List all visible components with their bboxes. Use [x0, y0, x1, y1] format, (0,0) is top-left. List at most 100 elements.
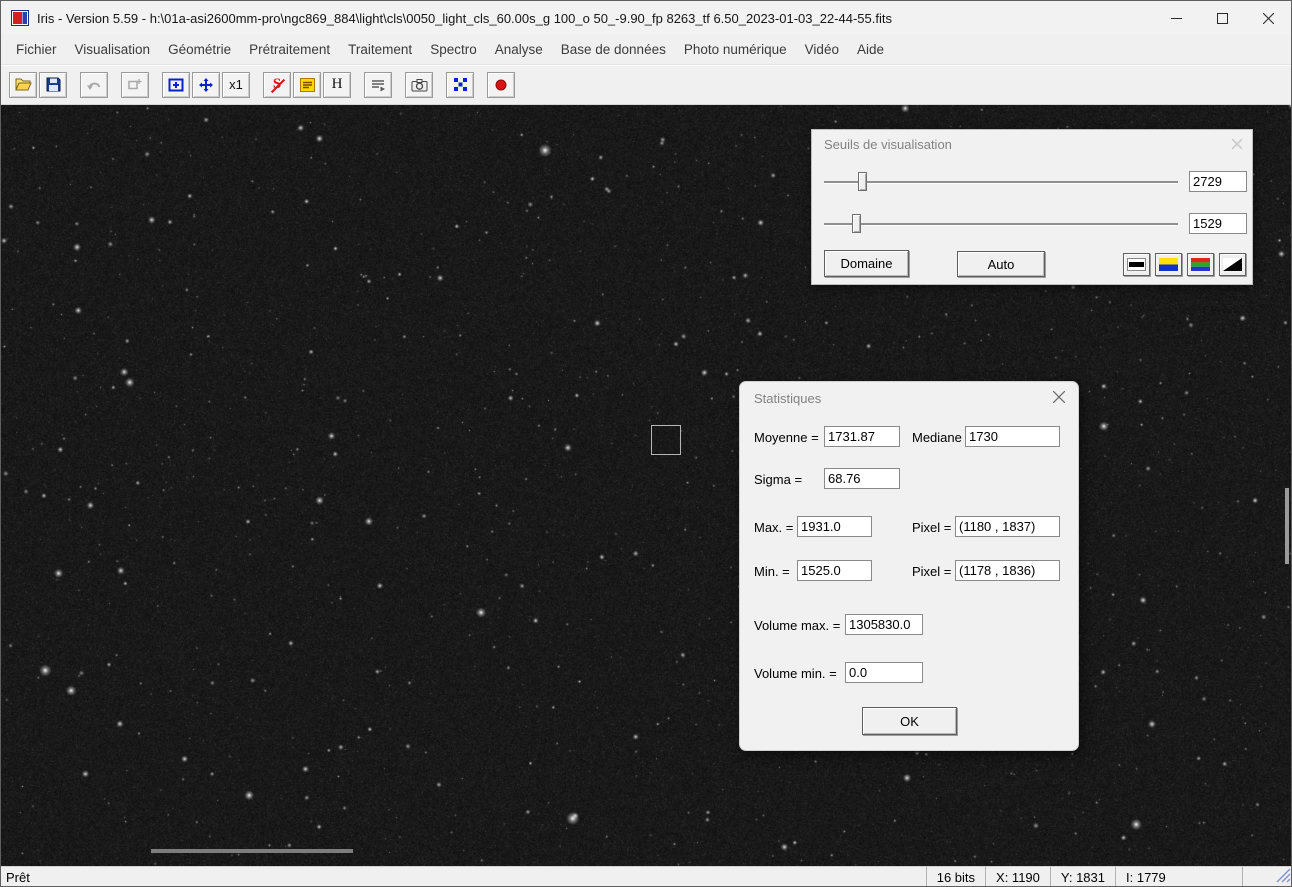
console-list-icon	[370, 78, 386, 92]
thresholds-dialog-title: Seuils de visualisation	[824, 137, 952, 152]
threshold-palette-icon	[300, 78, 315, 92]
auto-button[interactable]: Auto	[957, 251, 1045, 277]
max-label: Max. =	[754, 520, 793, 535]
dither-pattern-button[interactable]	[446, 72, 474, 98]
open-folder-icon	[15, 77, 32, 92]
ramp-palette-button[interactable]	[1219, 253, 1246, 276]
menu-photo-numerique[interactable]: Photo numérique	[675, 38, 796, 61]
mediane-input[interactable]	[965, 426, 1060, 447]
ok-button[interactable]: OK	[862, 707, 957, 735]
ramp-triangle-icon	[1223, 258, 1242, 271]
thresholds-dialog: Seuils de visualisation Domaine Auto	[811, 129, 1253, 285]
moyenne-input[interactable]	[824, 426, 900, 447]
vertical-scrollbar-thumb[interactable]	[1285, 488, 1289, 564]
close-icon	[1053, 391, 1065, 403]
status-ready-text: Prêt	[1, 870, 30, 885]
volume-max-input[interactable]	[845, 614, 923, 635]
window-adjust-icon	[127, 78, 143, 92]
zoom-1to1-label: x1	[229, 77, 243, 92]
command-console-button[interactable]	[364, 72, 392, 98]
blue-dots-icon	[453, 77, 468, 92]
sigma-label: Sigma =	[754, 472, 802, 487]
saturation-button[interactable]: S	[263, 72, 291, 98]
menu-spectro[interactable]: Spectro	[421, 38, 486, 61]
resize-grip[interactable]	[1276, 868, 1291, 886]
menu-visualisation[interactable]: Visualisation	[66, 38, 160, 61]
menu-traitement[interactable]: Traitement	[339, 38, 421, 61]
high-threshold-slider-track[interactable]	[824, 181, 1178, 183]
floppy-disk-icon	[46, 77, 61, 92]
max-pixel-label: Pixel =	[912, 520, 951, 535]
selection-rectangle[interactable]	[651, 425, 681, 455]
rgb-palette-icon	[1191, 258, 1210, 271]
mediane-label: Mediane =	[912, 430, 973, 445]
menu-fichier[interactable]: Fichier	[7, 38, 66, 61]
fit-window-icon	[168, 78, 184, 92]
min-input[interactable]	[797, 560, 872, 581]
volume-min-input[interactable]	[845, 662, 923, 683]
maximize-button[interactable]	[1199, 1, 1245, 35]
resize-grip-icon	[1276, 868, 1291, 883]
status-cells: 16 bits X: 1190 Y: 1831 I: 1779	[926, 867, 1243, 887]
pan-button[interactable]	[192, 72, 220, 98]
mono-palette-button[interactable]	[1123, 253, 1150, 276]
low-threshold-input[interactable]	[1189, 213, 1247, 234]
statistics-dialog-title: Statistiques	[754, 391, 821, 406]
undo-arrow-icon	[86, 78, 102, 92]
status-bit-depth: 16 bits	[926, 867, 985, 887]
status-intensity: I: 1779	[1115, 867, 1243, 887]
app-icon	[11, 10, 29, 26]
menu-pretraitement[interactable]: Prétraitement	[240, 38, 339, 61]
record-button[interactable]	[487, 72, 515, 98]
thresholds-dialog-close-button[interactable]	[1230, 137, 1244, 151]
sigma-input[interactable]	[824, 468, 900, 489]
high-threshold-slider-thumb[interactable]	[858, 172, 867, 191]
statistics-dialog: Statistiques Moyenne = Mediane = Sigma =…	[739, 381, 1079, 751]
pan-arrows-icon	[198, 77, 214, 93]
low-threshold-slider-thumb[interactable]	[852, 214, 861, 233]
window-title: Iris - Version 5.59 - h:\01a-asi2600mm-p…	[37, 11, 1153, 26]
high-threshold-input[interactable]	[1189, 171, 1247, 192]
menu-aide[interactable]: Aide	[848, 38, 893, 61]
histogram-h-icon: H	[332, 76, 343, 93]
two-color-palette-button[interactable]	[1155, 253, 1182, 276]
thresholds-dialog-button[interactable]	[293, 72, 321, 98]
menu-geometrie[interactable]: Géométrie	[159, 38, 240, 61]
close-button[interactable]	[1245, 1, 1291, 35]
close-icon	[1232, 139, 1242, 149]
camera-icon	[411, 78, 428, 92]
menubar: Fichier Visualisation Géométrie Prétrait…	[1, 35, 1291, 65]
max-pixel-input[interactable]	[955, 516, 1060, 537]
red-dot-icon	[494, 78, 508, 92]
save-button[interactable]	[39, 72, 67, 98]
false-color-palette-button[interactable]	[1187, 253, 1214, 276]
yellow-blue-palette-icon	[1159, 258, 1178, 271]
max-input[interactable]	[797, 516, 872, 537]
maximize-icon	[1217, 13, 1228, 24]
min-label: Min. =	[754, 564, 790, 579]
open-file-button[interactable]	[9, 72, 37, 98]
histogram-button[interactable]: H	[323, 72, 351, 98]
fit-window-button[interactable]	[162, 72, 190, 98]
menu-video[interactable]: Vidéo	[796, 38, 848, 61]
undo-button[interactable]	[80, 72, 108, 98]
statistics-dialog-close-button[interactable]	[1052, 390, 1066, 404]
window-controls	[1153, 1, 1291, 35]
min-pixel-input[interactable]	[955, 560, 1060, 581]
domaine-button[interactable]: Domaine	[824, 250, 909, 277]
horizontal-scrollbar-thumb[interactable]	[151, 849, 353, 853]
minimize-button[interactable]	[1153, 1, 1199, 35]
camera-button[interactable]	[405, 72, 433, 98]
zoom-1to1-button[interactable]: x1	[222, 72, 250, 98]
menu-base-de-donnees[interactable]: Base de données	[552, 38, 675, 61]
volume-max-label: Volume max. =	[754, 618, 840, 633]
min-pixel-label: Pixel =	[912, 564, 951, 579]
low-threshold-slider-track[interactable]	[824, 223, 1178, 225]
toolbar: x1 S H	[1, 65, 1291, 105]
minimize-icon	[1171, 13, 1182, 24]
iris-main-window: Iris - Version 5.59 - h:\01a-asi2600mm-p…	[0, 0, 1292, 887]
status-cursor-y: Y: 1831	[1050, 867, 1115, 887]
titlebar[interactable]: Iris - Version 5.59 - h:\01a-asi2600mm-p…	[1, 1, 1291, 35]
menu-analyse[interactable]: Analyse	[486, 38, 552, 61]
window-adjust-button[interactable]	[121, 72, 149, 98]
